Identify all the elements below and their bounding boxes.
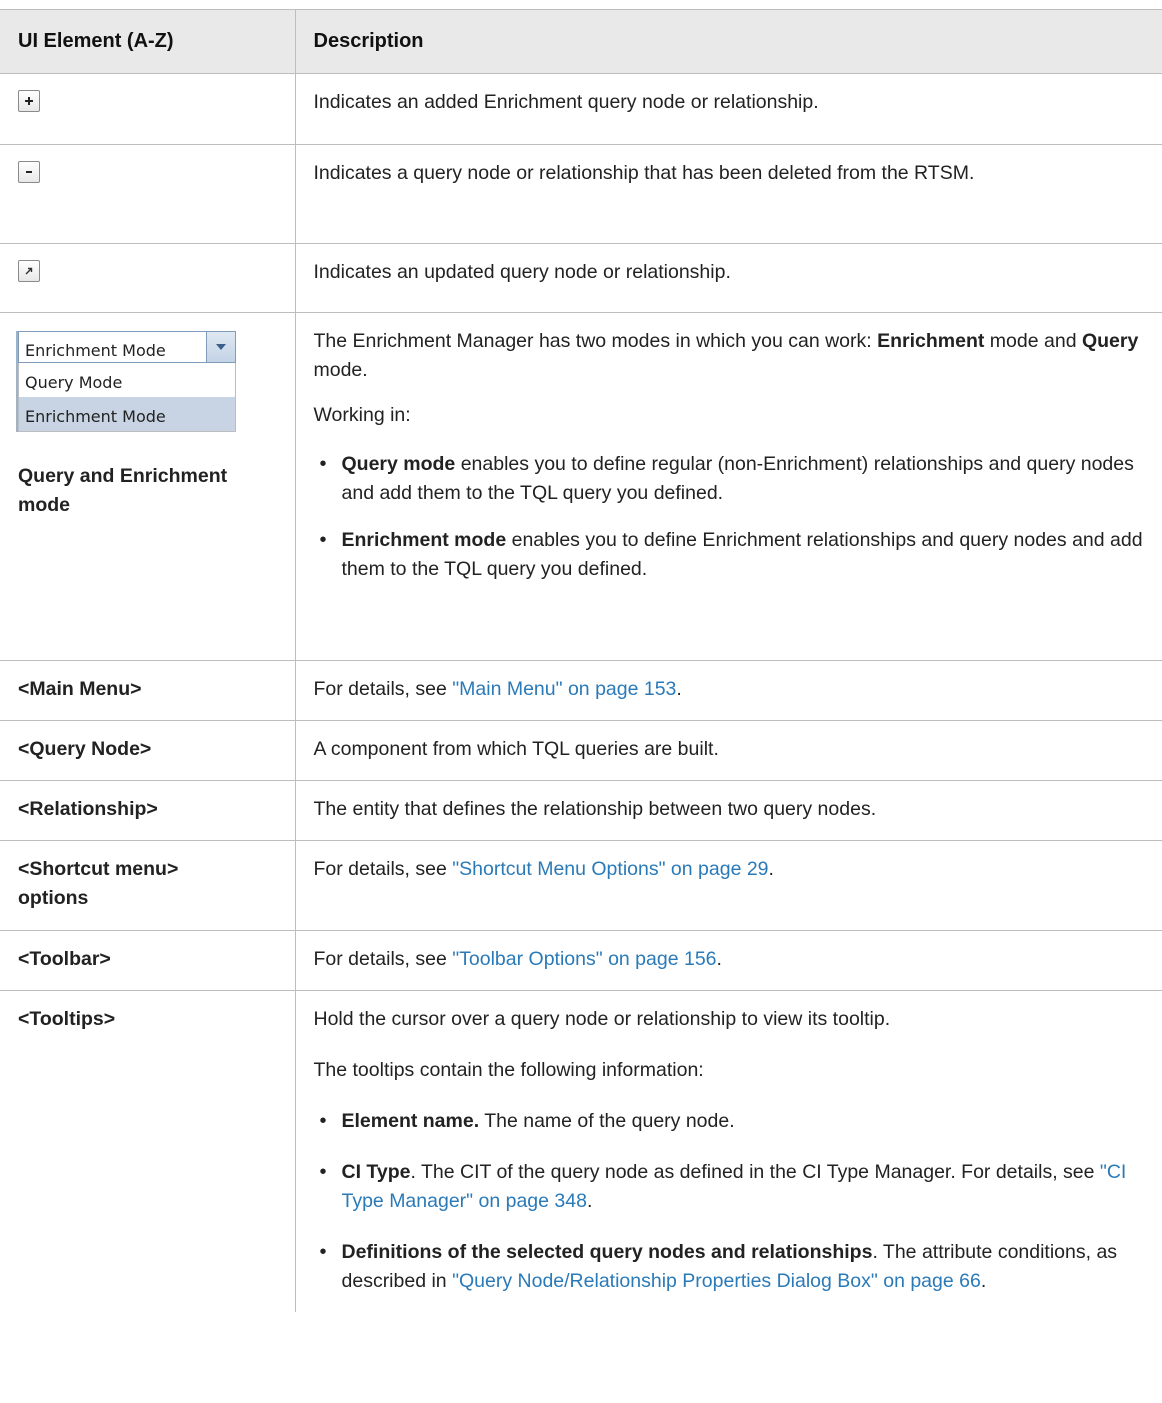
table-row: Indicates an added Enrichment query node… <box>0 73 1162 145</box>
table-row: <Toolbar> For details, see "Toolbar Opti… <box>0 930 1162 991</box>
row-label: <Tooltips> <box>18 1008 116 1030</box>
list-item: Definitions of the selected query nodes … <box>314 1238 1144 1296</box>
minus-icon <box>18 161 40 183</box>
table-header-row: UI Element (A-Z) Description <box>0 9 1162 74</box>
row-label: <Main Menu> <box>18 678 142 700</box>
row-label: Query and Enrichment mode <box>18 465 228 516</box>
row-description: A component from which TQL queries are b… <box>313 738 719 760</box>
row-description: The entity that defines the relationship… <box>313 798 877 820</box>
mode-bullet-list: Query mode enables you to define regular… <box>314 450 1144 584</box>
mode-dropdown-value: Enrichment Mode <box>25 341 166 360</box>
row-label: <Relationship> <box>18 798 158 820</box>
row-description-tooltips: The tooltips contain the following infor… <box>313 1059 704 1081</box>
query-node-properties-link[interactable]: "Query Node/Relationship Properties Dial… <box>452 1270 981 1292</box>
row-description: Indicates an added Enrichment query node… <box>313 91 819 113</box>
row-label: <Toolbar> <box>18 948 111 970</box>
tooltips-bullet-list: Element name. The name of the query node… <box>314 1107 1144 1296</box>
plus-icon <box>18 90 40 112</box>
row-description: For details, see "Main Menu" on page 153… <box>313 678 682 700</box>
table-row: <Main Menu> For details, see "Main Menu"… <box>0 660 1162 721</box>
list-item: Enrichment mode enables you to define En… <box>314 526 1144 584</box>
main-menu-link[interactable]: "Main Menu" on page 153 <box>452 678 676 700</box>
updated-arrow-icon <box>18 260 40 282</box>
row-description: The Enrichment Manager has two modes in … <box>313 330 1139 381</box>
table-row: Indicates an updated query node or relat… <box>0 243 1162 313</box>
row-description-working: Working in: <box>313 404 411 426</box>
table-row: <Query Node> A component from which TQL … <box>0 720 1162 781</box>
row-label: <Query Node> <box>18 738 152 760</box>
table-row: Indicates a query node or relationship t… <box>0 144 1162 244</box>
row-description: Indicates an updated query node or relat… <box>313 261 731 283</box>
table-row: <Shortcut menu> options For details, see … <box>0 840 1162 931</box>
column-header-ui-element: UI Element (A-Z) <box>0 9 296 74</box>
mode-option-query[interactable]: Query Mode <box>19 363 235 397</box>
table-row: Enrichment Mode Query Mode Enrichment Mo… <box>0 312 1162 661</box>
table-row: <Tooltips> Hold the cursor over a query … <box>0 990 1162 1312</box>
list-item: CI Type. The CIT of the query node as de… <box>314 1158 1144 1216</box>
mode-option-enrichment[interactable]: Enrichment Mode <box>19 397 235 431</box>
list-item: Query mode enables you to define regular… <box>314 450 1144 508</box>
toolbar-options-link[interactable]: "Toolbar Options" on page 156 <box>452 948 716 970</box>
shortcut-menu-link[interactable]: "Shortcut Menu Options" on page 29 <box>452 858 768 880</box>
row-description: For details, see "Shortcut Menu Options"… <box>313 858 774 880</box>
row-description: Indicates a query node or relationship t… <box>313 162 975 184</box>
row-label: <Shortcut menu> options <box>18 858 179 909</box>
table-row: <Relationship> The entity that defines t… <box>0 780 1162 841</box>
row-description: For details, see "Toolbar Options" on pa… <box>313 948 722 970</box>
column-header-description: Description <box>294 9 1162 74</box>
mode-dropdown[interactable]: Enrichment Mode Query Mode Enrichment Mo… <box>16 331 236 432</box>
chevron-down-icon[interactable] <box>206 332 235 362</box>
row-description: Hold the cursor over a query node or rel… <box>313 1008 891 1030</box>
ui-elements-table: UI Element (A-Z) Description Indicates a… <box>0 9 1162 1312</box>
list-item: Element name. The name of the query node… <box>314 1107 1144 1136</box>
